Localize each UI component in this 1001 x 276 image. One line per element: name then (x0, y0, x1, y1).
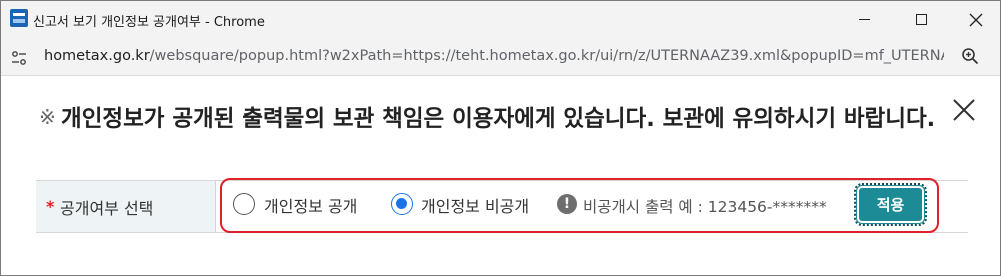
site-settings-icon[interactable] (11, 50, 27, 66)
minimize-icon (858, 19, 870, 20)
radio-not-disclose[interactable] (391, 193, 413, 215)
window-title: 신고서 보기 개인정보 공개여부 - Chrome (33, 15, 265, 30)
title-bar: 신고서 보기 개인정보 공개여부 - Chrome (1, 1, 1000, 38)
info-icon: ! (557, 194, 577, 214)
option-disclose-label[interactable]: 개인정보 공개 (264, 193, 357, 217)
maximize-button[interactable] (898, 1, 944, 38)
option-not-disclose-label[interactable]: 개인정보 비공개 (421, 193, 529, 217)
required-mark: * (46, 197, 55, 216)
label-cell: * 공개여부 선택 (36, 181, 216, 232)
apply-button[interactable]: 적용 (854, 183, 927, 226)
close-icon (969, 13, 983, 26)
window-close-button[interactable] (953, 1, 999, 38)
disclosure-label: 공개여부 선택 (60, 199, 154, 218)
popup-close-icon[interactable] (951, 97, 977, 123)
url-path: /websquare/popup.html?w2xPath=https://te… (149, 48, 944, 64)
browser-popup-window: 신고서 보기 개인정보 공개여부 - Chrome hometax.go.kr/… (0, 0, 1001, 276)
address-bar[interactable]: hometax.go.kr/websquare/popup.html?w2xPa… (1, 38, 1000, 76)
hometax-app-icon (10, 9, 28, 27)
url-host: hometax.go.kr (44, 48, 150, 64)
masking-hint: 비공개시 출력 예 : 123456-******* (583, 198, 827, 216)
notice-mark: ※ (39, 105, 56, 129)
maximize-icon (915, 14, 927, 25)
notice-text: 개인정보가 공개된 출력물의 보관 책임은 이용자에게 있습니다. 보관에 유의… (61, 106, 936, 132)
radio-disclose[interactable] (233, 193, 255, 215)
minimize-button[interactable] (841, 1, 887, 38)
zoom-icon[interactable] (961, 47, 979, 65)
url-text[interactable]: hometax.go.kr/websquare/popup.html?w2xPa… (44, 48, 944, 64)
